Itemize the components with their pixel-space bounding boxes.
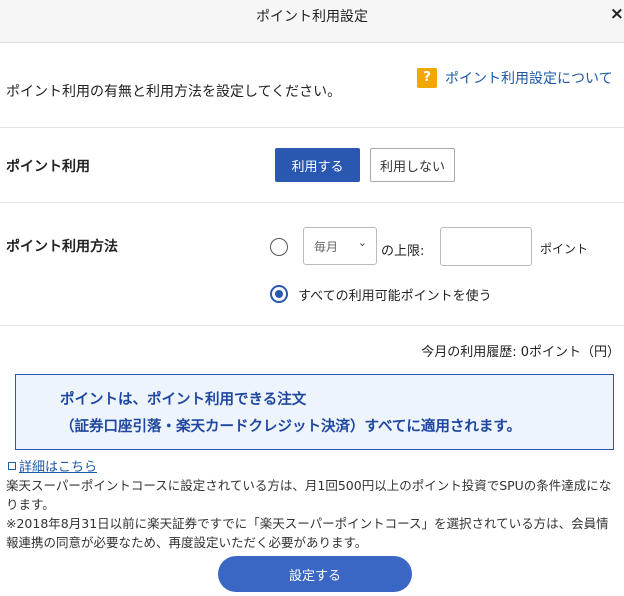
notice-line-1: ポイントは、ポイント利用できる注文 <box>60 392 307 408</box>
limit-label: の上限: <box>381 244 425 259</box>
submit-button[interactable]: 設定する <box>218 556 412 592</box>
divider <box>0 325 624 326</box>
no-use-points-button[interactable]: 利用しない <box>370 148 455 182</box>
modal-title: ポイント利用設定 <box>256 9 368 25</box>
question-icon[interactable]: ? <box>417 68 437 88</box>
details-link[interactable]: 詳細はこちら <box>19 456 97 475</box>
intro-text: ポイント利用の有無と利用方法を設定してください。 <box>6 84 342 100</box>
legacy-note: ※2018年8月31日以前に楽天証券ですでに「楽天スーパーポイントコース」を選択… <box>6 516 609 550</box>
chevron-down-icon: ⌄ <box>357 236 367 249</box>
frequency-value: 毎月 <box>314 240 339 254</box>
all-points-radio[interactable] <box>270 285 288 303</box>
usage-label: ポイント利用 <box>6 159 90 175</box>
spu-note: 楽天スーパーポイントコースに設定されている方は、月1回500円以上のポイント投資… <box>6 478 612 512</box>
use-points-button[interactable]: 利用する <box>275 148 360 182</box>
usage-history: 今月の利用履歴: 0ポイント（円） <box>421 345 620 360</box>
limit-radio[interactable] <box>270 238 288 256</box>
all-points-label[interactable]: すべての利用可能ポイントを使う <box>298 285 492 304</box>
divider <box>0 202 624 203</box>
close-icon[interactable]: × <box>610 4 624 24</box>
point-unit-label: ポイント <box>540 242 589 256</box>
details-link-group[interactable]: 詳細はこちら <box>8 456 97 475</box>
help-link[interactable]: ポイント利用設定について <box>445 68 613 88</box>
divider <box>0 127 624 128</box>
external-link-icon <box>8 461 16 470</box>
notice-line-2: （証券口座引落・楽天カードクレジット決済）すべてに適用されます。 <box>60 419 521 435</box>
limit-input[interactable] <box>440 227 532 266</box>
notice-box: ポイントは、ポイント利用できる注文 （証券口座引落・楽天カードクレジット決済）す… <box>15 374 614 450</box>
modal-header: ポイント利用設定 × <box>0 0 624 43</box>
help-link-group[interactable]: ? ポイント利用設定について <box>417 68 613 88</box>
frequency-select[interactable]: 毎月 ⌄ <box>303 227 377 265</box>
method-label: ポイント利用方法 <box>6 239 118 255</box>
